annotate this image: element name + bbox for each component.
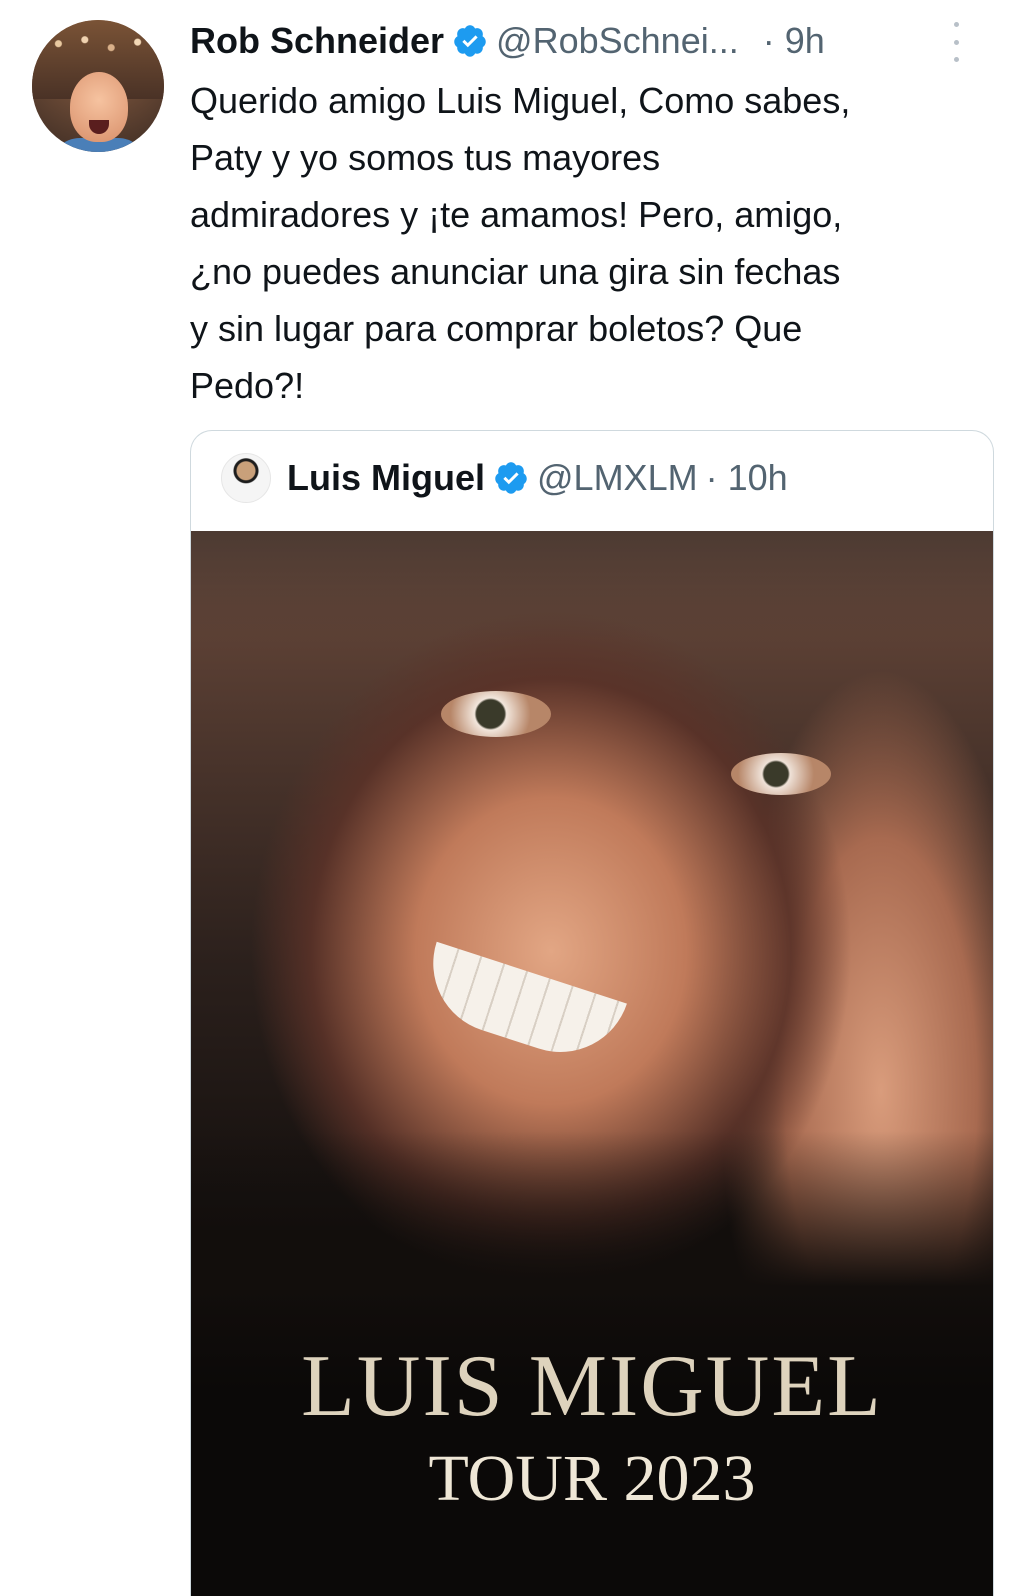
- tweet-text-line: ¿no puedes anunciar una gira sin fechas: [190, 251, 841, 292]
- poster-left-eye: [441, 691, 551, 737]
- quoted-author-avatar[interactable]: [221, 453, 271, 503]
- tweet-text: Querido amigo Luis Miguel, Como sabes, P…: [190, 72, 990, 414]
- quoted-author-name[interactable]: Luis Miguel: [287, 457, 485, 499]
- more-dot: [953, 39, 959, 45]
- more-dot: [953, 57, 959, 62]
- tweet-text-line: Paty y yo somos tus mayores: [190, 137, 661, 178]
- tweet-header: Rob Schneider @RobSchnei... · 9h: [190, 16, 825, 66]
- quoted-tweet-card[interactable]: Luis Miguel @LMXLM · 10h LUIS MIGUEL TOU…: [190, 430, 994, 1596]
- author-handle[interactable]: @RobSchnei...: [496, 20, 739, 62]
- quoted-author-handle[interactable]: @LMXLM: [537, 457, 698, 499]
- more-vertical-icon[interactable]: [946, 22, 966, 62]
- verified-badge-icon: [454, 25, 486, 57]
- tweet[interactable]: Rob Schneider @RobSchnei... · 9h Querido…: [0, 0, 1024, 1596]
- tweet-text-line: admiradores y ¡te amamos! Pero, amigo,: [190, 194, 843, 235]
- poster-right-eye: [731, 753, 831, 795]
- quoted-tweet-timestamp[interactable]: · 10h: [706, 457, 788, 499]
- author-name[interactable]: Rob Schneider: [190, 20, 444, 62]
- poster-title: LUIS MIGUEL: [301, 1338, 883, 1435]
- more-dot: [953, 22, 959, 27]
- tweet-text-line: Pedo?!: [190, 365, 305, 406]
- tour-poster-image[interactable]: LUIS MIGUEL TOUR 2023: [191, 531, 993, 1596]
- quoted-tweet-header: Luis Miguel @LMXLM · 10h: [221, 453, 788, 503]
- poster-subtitle: TOUR 2023: [428, 1442, 756, 1515]
- poster-hair-shadow: [191, 531, 993, 641]
- tweet-text-line: y sin lugar para comprar boletos? Que: [190, 308, 803, 349]
- tweet-timestamp[interactable]: · 9h: [763, 20, 825, 62]
- author-avatar[interactable]: [32, 20, 164, 152]
- verified-badge-icon: [495, 462, 527, 494]
- tweet-text-line: Querido amigo Luis Miguel, Como sabes,: [190, 80, 851, 121]
